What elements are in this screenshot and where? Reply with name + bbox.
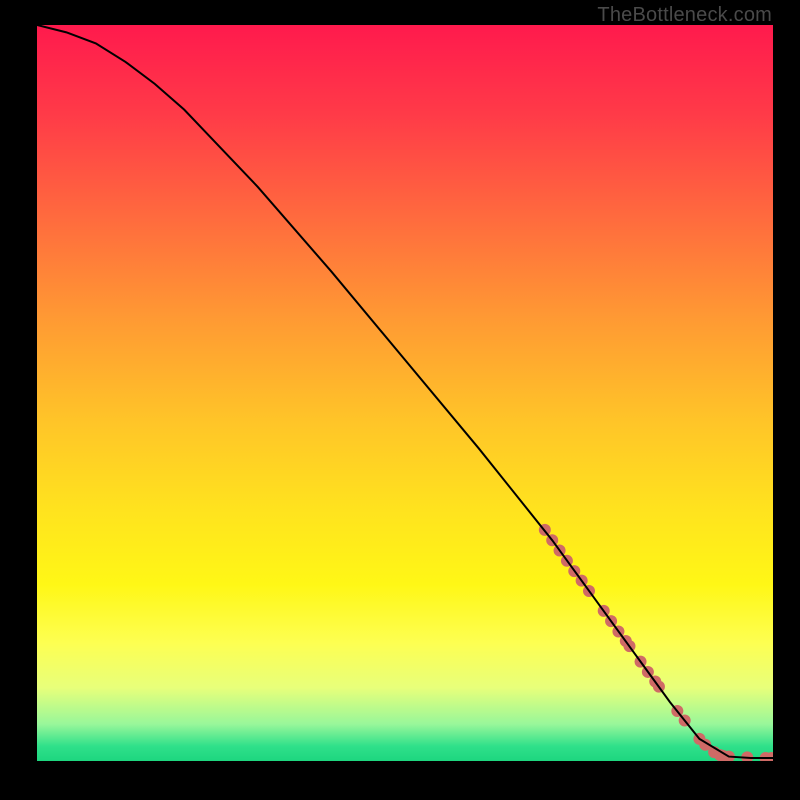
- curve-layer: [37, 25, 773, 761]
- marker-group: [539, 524, 773, 761]
- highlight-marker: [741, 751, 753, 761]
- chart-stage: TheBottleneck.com: [0, 0, 800, 800]
- bottleneck-curve: [37, 25, 773, 758]
- plot-area: [37, 25, 773, 761]
- watermark-label: TheBottleneck.com: [597, 4, 772, 27]
